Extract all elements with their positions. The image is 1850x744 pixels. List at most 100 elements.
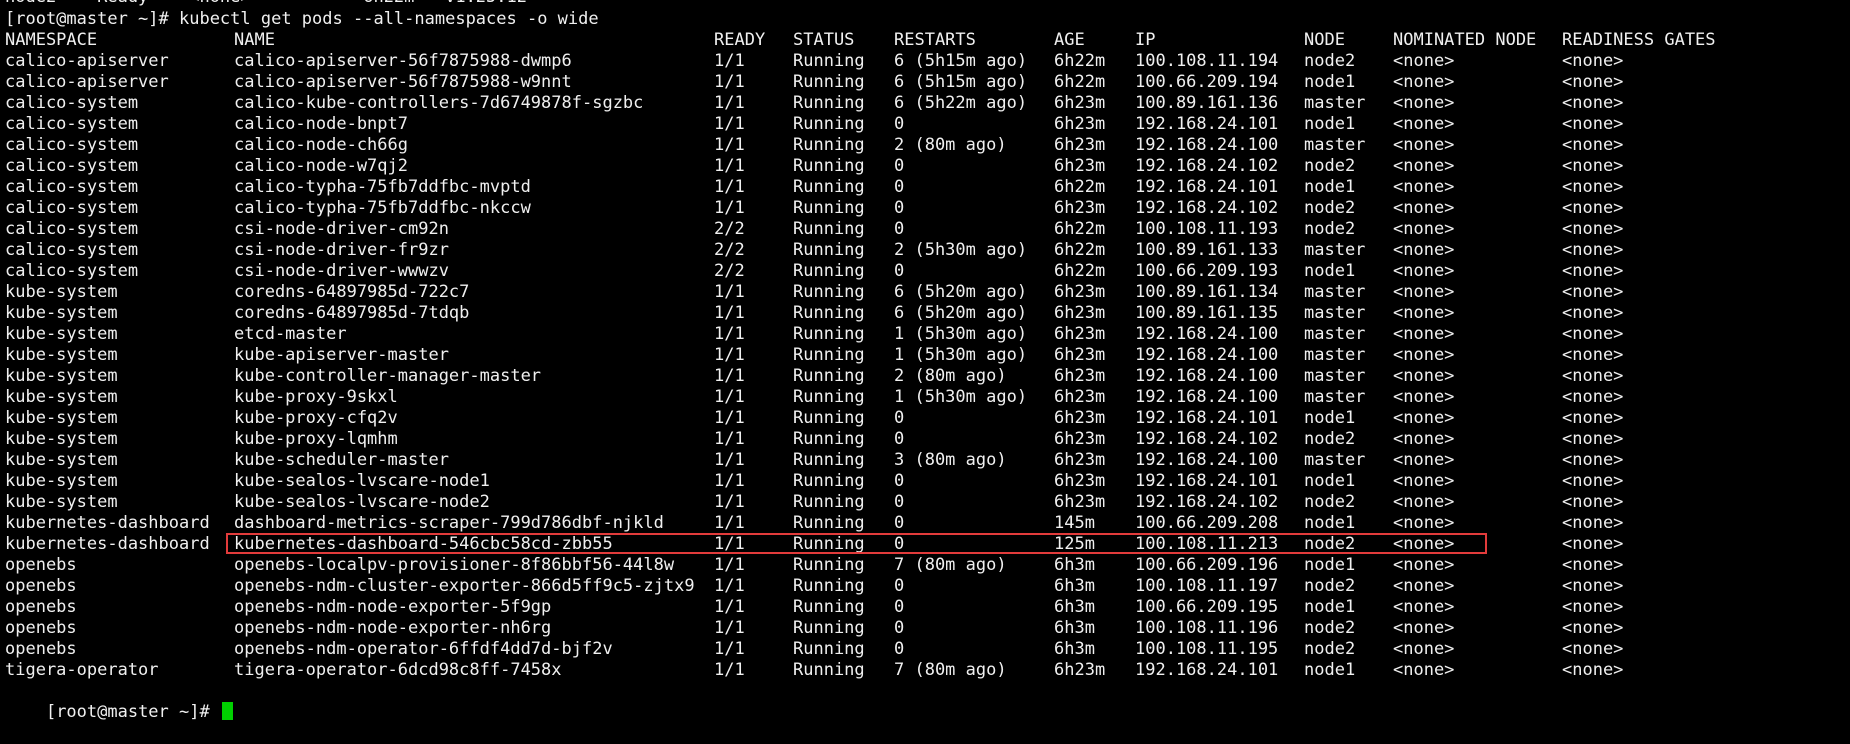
header-ready: READY [714, 30, 766, 50]
cell-nominated-node: <none> [1393, 576, 1455, 596]
cell-age: 6h23m [1054, 303, 1106, 323]
cell-nominated-node: <none> [1393, 72, 1455, 92]
cell-restarts: 2 (5h30m ago) [894, 240, 1028, 260]
cell-namespace: kube-system [5, 387, 118, 407]
cell-namespace: calico-system [5, 219, 139, 239]
cell-ip: 100.89.161.136 [1135, 93, 1279, 113]
cell-ready: 1/1 [714, 597, 745, 617]
cell-age: 6h23m [1054, 450, 1106, 470]
cell-ip: 192.168.24.100 [1135, 135, 1279, 155]
cell-restarts: 0 [894, 261, 905, 281]
cell-namespace: calico-system [5, 240, 139, 260]
cell-namespace: calico-system [5, 198, 139, 218]
cell-readiness-gates: <none> [1562, 534, 1624, 554]
cell-ip: 192.168.24.100 [1135, 345, 1279, 365]
cell-status: Running [793, 282, 865, 302]
cell-nominated-node: <none> [1393, 429, 1455, 449]
cell-name: calico-kube-controllers-7d6749878f-sgzbc [234, 93, 644, 113]
cell-readiness-gates: <none> [1562, 93, 1624, 113]
cell-age: 6h23m [1054, 408, 1106, 428]
cell-age: 6h22m [1054, 240, 1106, 260]
cell-namespace: openebs [5, 576, 77, 596]
cell-ip: 192.168.24.102 [1135, 429, 1279, 449]
cell-nominated-node: <none> [1393, 597, 1455, 617]
cell-namespace: kube-system [5, 345, 118, 365]
cell-node: node1 [1304, 660, 1356, 680]
cell-node: node1 [1304, 597, 1356, 617]
cell-namespace: kube-system [5, 366, 118, 386]
cell-ready: 1/1 [714, 114, 745, 134]
cell-name: calico-node-w7qj2 [234, 156, 408, 176]
cell-ready: 1/1 [714, 93, 745, 113]
header-status: STATUS [793, 30, 855, 50]
cell-readiness-gates: <none> [1562, 198, 1624, 218]
cell-status: Running [793, 93, 865, 113]
cell-age: 6h23m [1054, 156, 1106, 176]
cell-ip: 100.66.209.193 [1135, 261, 1279, 281]
cell-name: kube-controller-manager-master [234, 366, 542, 386]
cell-ip: 100.66.209.196 [1135, 555, 1279, 575]
cell-restarts: 6 (5h15m ago) [894, 72, 1028, 92]
cell-age: 6h23m [1054, 282, 1106, 302]
cell-status: Running [793, 555, 865, 575]
cell-ready: 1/1 [714, 177, 745, 197]
cell-name: csi-node-driver-cm92n [234, 219, 449, 239]
cell-name: kube-sealos-lvscare-node2 [234, 492, 490, 512]
cell-node: node1 [1304, 114, 1356, 134]
cell-status: Running [793, 513, 865, 533]
cell-node: node1 [1304, 555, 1356, 575]
cell-ip: 192.168.24.101 [1135, 471, 1279, 491]
cell-namespace: openebs [5, 639, 77, 659]
cell-age: 6h23m [1054, 366, 1106, 386]
cursor [221, 702, 233, 720]
cell-readiness-gates: <none> [1562, 240, 1624, 260]
cell-node: master [1304, 303, 1366, 323]
cell-node: master [1304, 387, 1366, 407]
cell-nominated-node: <none> [1393, 303, 1455, 323]
cell-namespace: kubernetes-dashboard [5, 513, 210, 533]
cell-nominated-node: <none> [1393, 135, 1455, 155]
cell-namespace: kube-system [5, 450, 118, 470]
end-prompt-line: [root@master ~]# [5, 681, 233, 722]
cell-nominated-node: <none> [1393, 555, 1455, 575]
cell-readiness-gates: <none> [1562, 576, 1624, 596]
cell-status: Running [793, 156, 865, 176]
cell-restarts: 0 [894, 492, 905, 512]
cell-namespace: tigera-operator [5, 660, 159, 680]
cell-ip: 100.108.11.194 [1135, 51, 1279, 71]
cell-ready: 1/1 [714, 135, 745, 155]
cell-age: 6h22m [1054, 72, 1106, 92]
terminal-window[interactable]: node2 Ready <none> 6h22m v1.25.12 [root@… [0, 0, 1850, 722]
cell-nominated-node: <none> [1393, 345, 1455, 365]
cell-ready: 1/1 [714, 72, 745, 92]
cell-ready: 1/1 [714, 660, 745, 680]
cell-age: 6h23m [1054, 93, 1106, 113]
cell-ip: 192.168.24.100 [1135, 387, 1279, 407]
cell-status: Running [793, 114, 865, 134]
cell-node: node1 [1304, 408, 1356, 428]
cell-node: master [1304, 135, 1366, 155]
cell-age: 6h23m [1054, 387, 1106, 407]
header-restarts: RESTARTS [894, 30, 976, 50]
cell-node: master [1304, 366, 1366, 386]
cell-ip: 192.168.24.101 [1135, 177, 1279, 197]
cell-status: Running [793, 639, 865, 659]
cell-name: csi-node-driver-wwwzv [234, 261, 449, 281]
cell-ready: 1/1 [714, 408, 745, 428]
cell-status: Running [793, 471, 865, 491]
cell-ip: 100.66.209.194 [1135, 72, 1279, 92]
cell-readiness-gates: <none> [1562, 471, 1624, 491]
partial-output-line: node2 Ready <none> 6h22m v1.25.12 [5, 0, 527, 8]
cell-age: 6h23m [1054, 345, 1106, 365]
cell-node: node1 [1304, 72, 1356, 92]
cell-namespace: calico-system [5, 156, 139, 176]
cell-readiness-gates: <none> [1562, 303, 1624, 323]
cell-age: 6h23m [1054, 135, 1106, 155]
cell-restarts: 0 [894, 429, 905, 449]
cell-status: Running [793, 261, 865, 281]
cell-node: node1 [1304, 261, 1356, 281]
cell-nominated-node: <none> [1393, 324, 1455, 344]
cell-status: Running [793, 387, 865, 407]
cell-node: node2 [1304, 198, 1356, 218]
cell-node: node1 [1304, 471, 1356, 491]
